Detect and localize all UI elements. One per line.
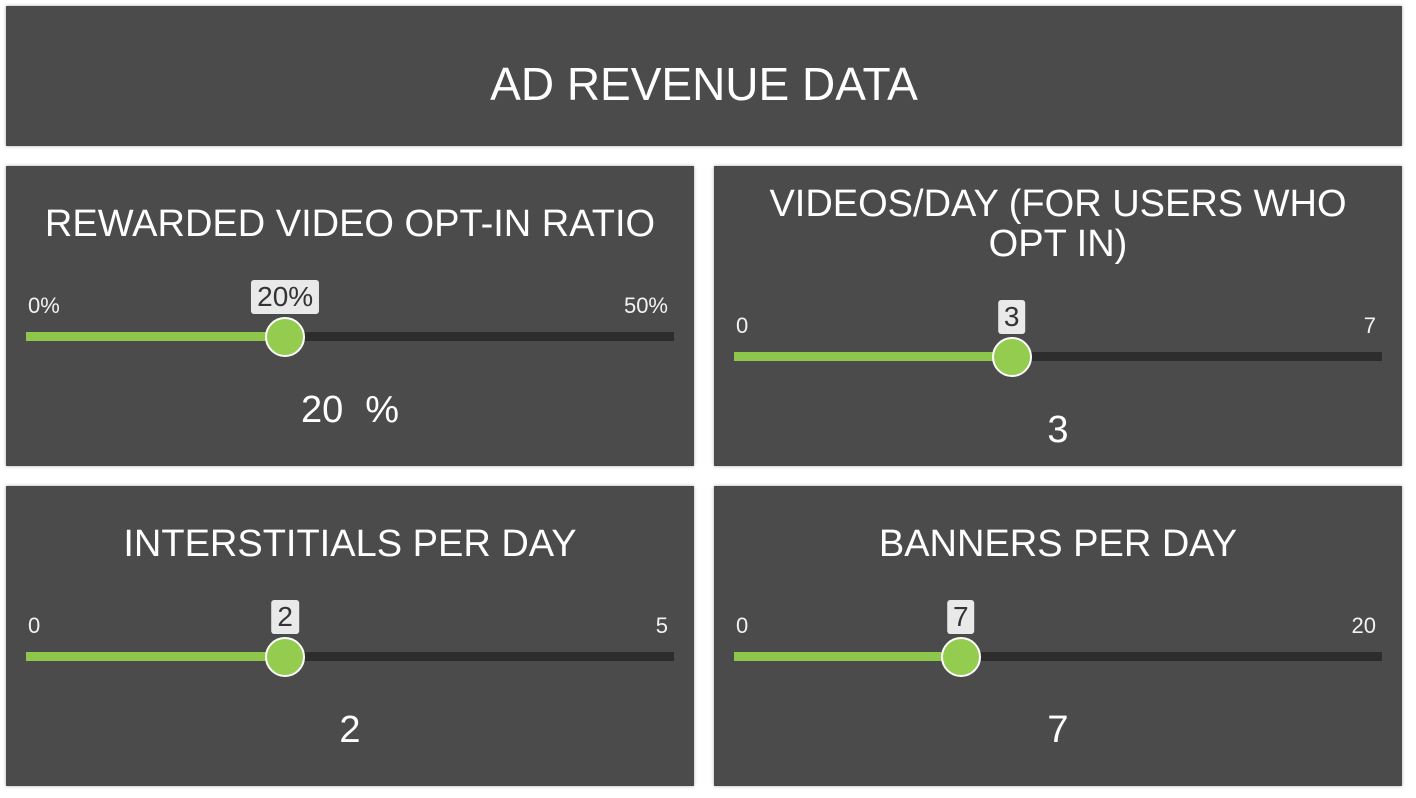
interstitials-slider[interactable]: 0 5 2 <box>26 600 674 677</box>
card-title: REWARDED VIDEO OPT-IN RATIO <box>44 203 656 245</box>
slider-value-bubble: 3 <box>997 300 1026 334</box>
card-title: VIDEOS/DAY (FOR USERS WHO OPT IN) <box>734 184 1382 264</box>
slider-max-label: 5 <box>655 613 668 638</box>
card-title-line-1: VIDEOS/DAY (FOR USERS WHO <box>769 183 1347 225</box>
header-panel: AD REVENUE DATA <box>6 6 1402 146</box>
slider-fill <box>26 332 286 341</box>
value-unit: % <box>365 389 400 431</box>
slider-min-label: 0 <box>28 613 41 638</box>
card-interstitials-per-day: INTERSTITIALS PER DAY 0 5 2 2 <box>6 486 694 786</box>
card-videos-per-day: VIDEOS/DAY (FOR USERS WHO OPT IN) 0 7 3 … <box>714 166 1402 466</box>
card-title-line-2: OPT IN) <box>988 223 1128 265</box>
value-display: 3 <box>714 408 1402 452</box>
slider-track[interactable] <box>734 652 1382 661</box>
slider-value-bubble: 2 <box>271 600 299 634</box>
page-title: AD REVENUE DATA <box>490 58 918 110</box>
card-banners-per-day: BANNERS PER DAY 0 20 7 7 <box>714 486 1402 786</box>
value-number: 2 <box>339 709 361 751</box>
slider-min-label: 0 <box>736 313 749 338</box>
slider-max-label: 50% <box>623 293 668 318</box>
slider-min-label: 0% <box>28 293 60 318</box>
value-number: 3 <box>1047 409 1069 451</box>
slider-fill <box>734 652 961 661</box>
value-display: 7 <box>714 708 1402 752</box>
slider-handle[interactable] <box>265 637 306 677</box>
banners-slider[interactable]: 0 20 7 <box>734 600 1382 677</box>
slider-handle[interactable] <box>991 337 1032 377</box>
videos-per-day-slider[interactable]: 0 7 3 <box>734 300 1382 377</box>
slider-fill <box>26 652 286 661</box>
slider-value-bubble: 20% <box>251 280 320 314</box>
opt-in-ratio-slider[interactable]: 0% 50% 20% <box>26 280 674 357</box>
slider-min-label: 0 <box>736 613 749 638</box>
value-display: 20% <box>6 388 694 432</box>
value-display: 2 <box>6 708 694 752</box>
slider-track[interactable] <box>26 652 674 661</box>
slider-handle[interactable] <box>265 317 306 357</box>
slider-max-label: 7 <box>1363 313 1376 338</box>
value-number: 20 <box>300 389 344 431</box>
slider-track[interactable] <box>734 352 1382 361</box>
card-rewarded-video-opt-in: REWARDED VIDEO OPT-IN RATIO 0% 50% 20% 2… <box>6 166 694 466</box>
value-number: 7 <box>1047 709 1069 751</box>
card-title: BANNERS PER DAY <box>878 523 1238 565</box>
card-title: INTERSTITIALS PER DAY <box>123 523 577 565</box>
slider-fill <box>734 352 1012 361</box>
slider-value-bubble: 7 <box>947 600 975 634</box>
slider-handle[interactable] <box>940 637 981 677</box>
slider-track[interactable] <box>26 332 674 341</box>
slider-max-label: 20 <box>1351 613 1376 638</box>
